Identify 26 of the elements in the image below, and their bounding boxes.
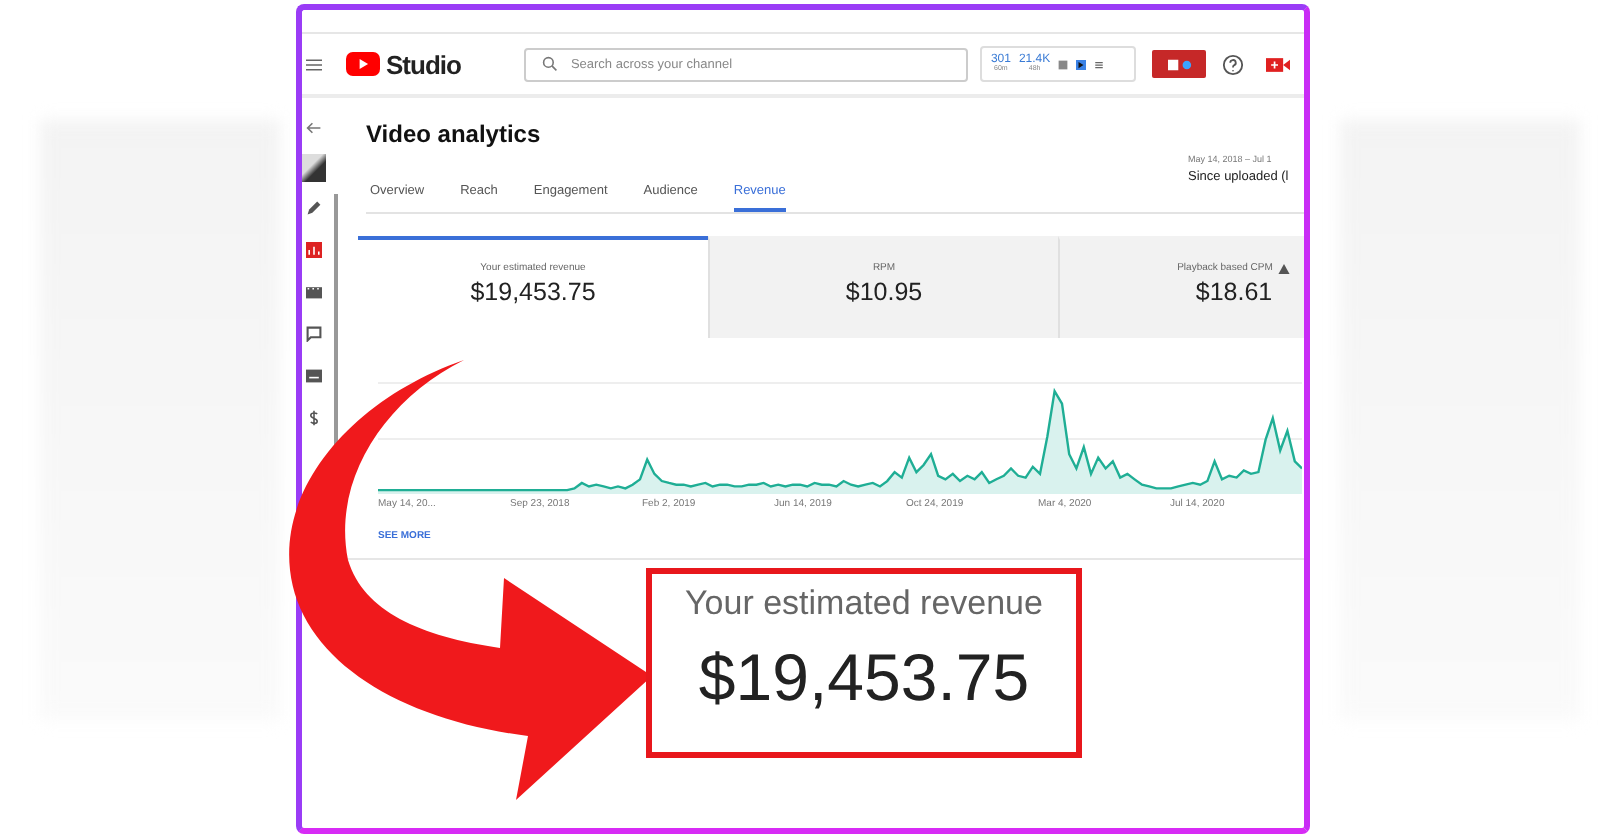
subtitles-icon[interactable] (306, 368, 322, 384)
warning-icon (1278, 263, 1291, 273)
metric-value: $19,453.75 (470, 278, 596, 306)
callout-value: $19,453.75 (698, 640, 1030, 716)
pencil-icon[interactable] (306, 200, 322, 216)
comment-icon[interactable] (306, 326, 322, 342)
metric-value: $18.61 (1195, 278, 1273, 306)
play-logo-icon (346, 52, 380, 76)
list-icon[interactable] (1094, 59, 1105, 69)
analytics-icon[interactable] (306, 242, 322, 258)
help-icon[interactable] (1222, 53, 1245, 75)
film-icon[interactable] (306, 284, 322, 300)
page-title: Video analytics (366, 120, 541, 152)
dollar-icon[interactable] (306, 410, 322, 426)
search-icon (542, 56, 559, 72)
menu-icon[interactable] (306, 57, 322, 71)
toolbar-button[interactable] (1152, 50, 1207, 78)
video-camera-icon[interactable] (1266, 55, 1291, 73)
video-thumbnail[interactable] (302, 154, 326, 182)
camera-dot-icon (1167, 57, 1192, 71)
logo-text: Studio (386, 49, 461, 79)
metric-value: $10.95 (845, 278, 923, 306)
play-square-icon[interactable] (1076, 59, 1087, 69)
callout-label: Your estimated revenue (685, 584, 1043, 624)
square-icon[interactable] (1058, 59, 1069, 69)
back-arrow-icon[interactable] (306, 120, 322, 136)
